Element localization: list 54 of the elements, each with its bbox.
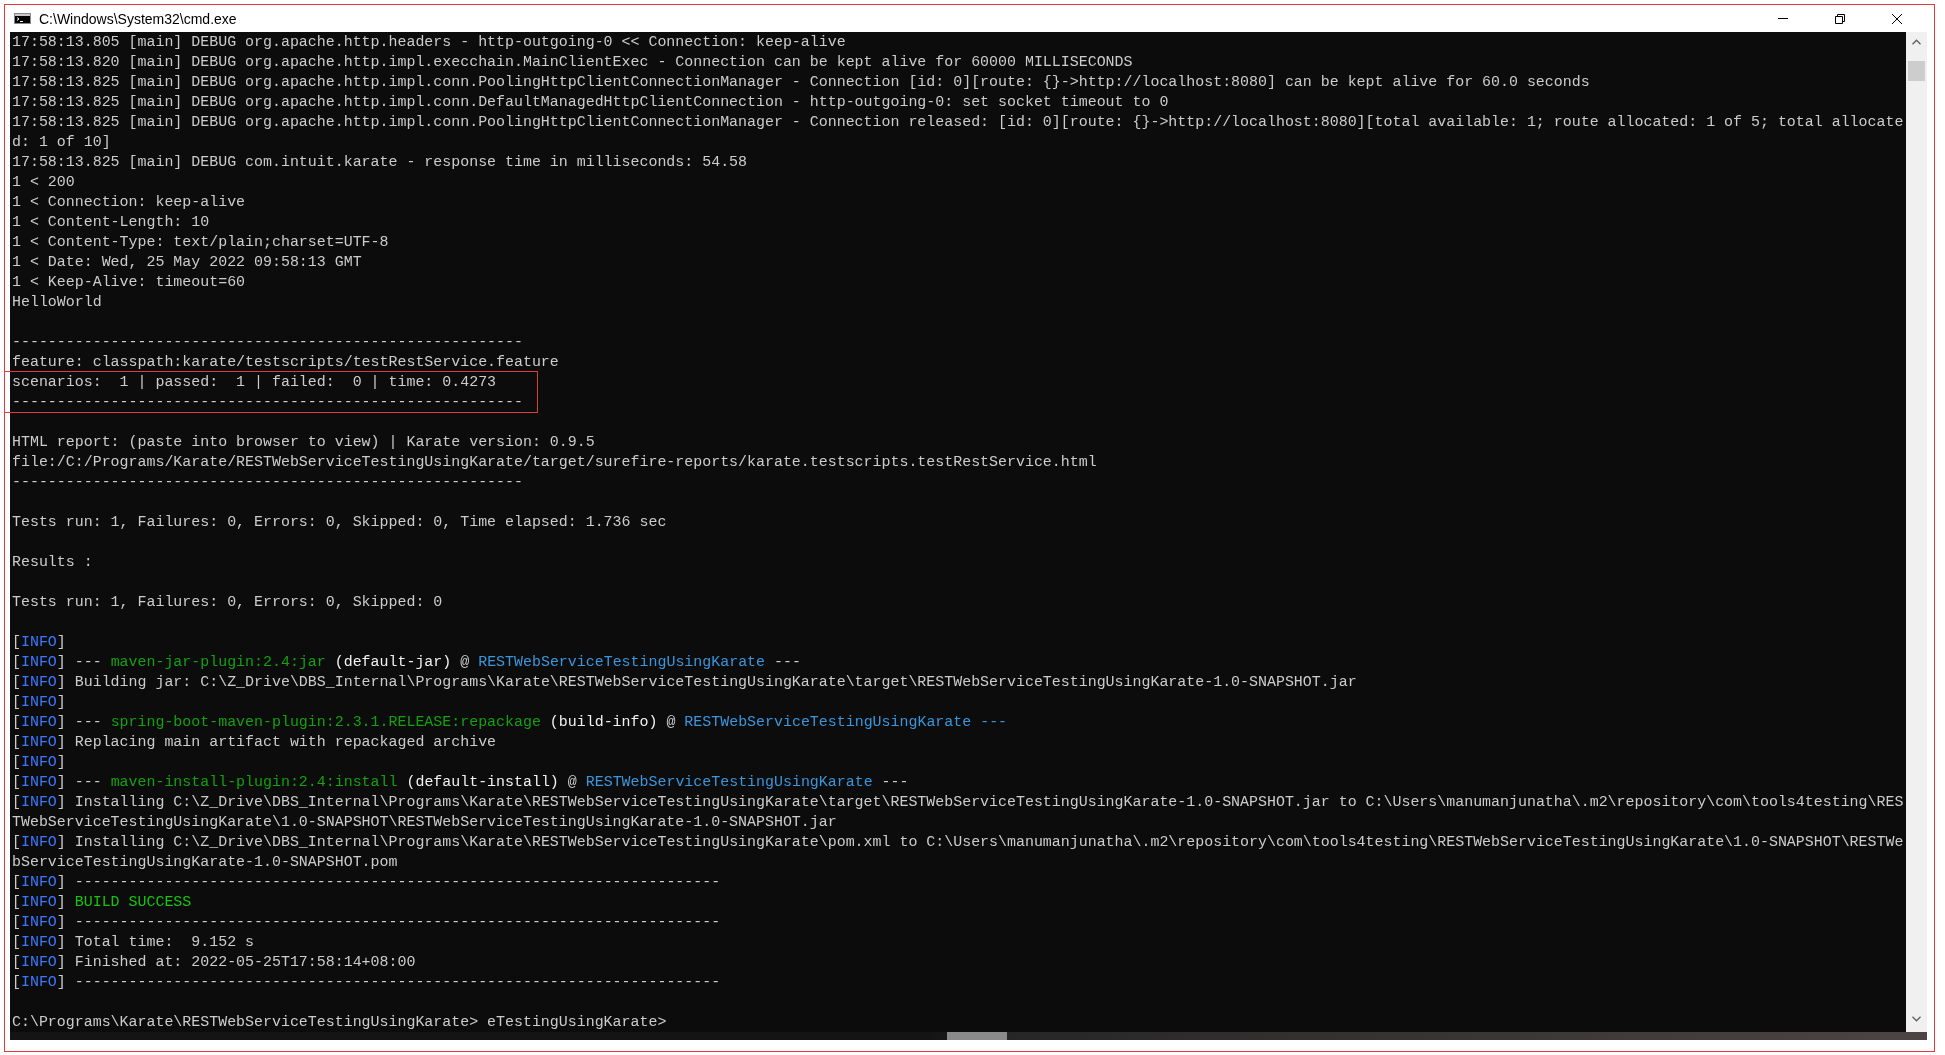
console-line: HelloWorld: [12, 293, 103, 312]
close-icon: [1891, 13, 1902, 24]
console-line: [INFO]: [12, 753, 67, 772]
console-line: [INFO] --- maven-install-plugin:2.4:install (default-install) @ RESTWebServiceTestingUsingKarate ---: [12, 773, 910, 792]
console-line: [INFO] Installing C:\Z_Drive\DBS_Internal\Programs\Karate\RESTWebServiceTestingUsingKarate\pom.xml to C:\Users\manumanjunatha\.m2\repository\com\tools4testing\RESTWebServiceTestingUsingKarate\1.0-SNAPSHOT\RESTWe: [12, 833, 1905, 852]
console-line: 1 < Content-Type: text/plain;charset=UTF-8: [12, 233, 390, 252]
console-line: 1 < Content-Length: 10: [12, 213, 211, 232]
console-line: HTML report: (paste into browser to view) | Karate version: 0.9.5: [12, 433, 596, 452]
console-line: Tests run: 1, Failures: 0, Errors: 0, Skipped: 0, Time elapsed: 1.736 sec: [12, 513, 668, 532]
console-line: [INFO] Building jar: C:\Z_Drive\DBS_Internal\Programs\Karate\RESTWebServiceTestingUsingKarate\target\RESTWebServiceTestingUsingKarate-1.0-SNAPSHOT.jar: [12, 673, 1358, 692]
console-line: 17:58:13.825 [main] DEBUG com.intuit.karate - response time in milliseconds: 54.58: [12, 153, 749, 172]
console-line: [INFO] Finished at: 2022-05-25T17:58:14+08:00: [12, 953, 417, 972]
console-line: [INFO] --- maven-jar-plugin:2.4:jar (default-jar) @ RESTWebServiceTestingUsingKarate ---: [12, 653, 802, 672]
console-line: 17:58:13.805 [main] DEBUG org.apache.http.headers - http-outgoing-0 << Connection: keep-alive: [12, 33, 847, 52]
console-line: [INFO]: [12, 693, 67, 712]
console-line: [INFO] Replacing main artifact with repackaged archive: [12, 733, 498, 752]
console-line: ---------------------------------------------------------: [12, 473, 524, 492]
minimize-icon: [1777, 18, 1788, 19]
console-line: [INFO] BUILD SUCCESS: [12, 893, 193, 912]
console-line: ---------------------------------------------------------: [12, 393, 523, 412]
console-line: C:\Programs\Karate\RESTWebServiceTestingUsingKarate> eTestingUsingKarate>: [12, 1013, 668, 1032]
console-line: [INFO] Total time: 9.152 s: [12, 933, 256, 952]
chevron-down-icon[interactable]: [1912, 1016, 1921, 1022]
horizontal-scrollbar[interactable]: [10, 1032, 1927, 1040]
console-line: 1 < 200: [12, 173, 76, 192]
console-line: [INFO] ------------------------------------------------------------------------: [12, 913, 722, 932]
console-line: [INFO]: [12, 633, 67, 652]
console-line: 1 < Date: Wed, 25 May 2022 09:58:13 GMT: [12, 253, 363, 272]
scrollbar-thumb[interactable]: [1908, 61, 1925, 81]
console-line: d: 1 of 10]: [12, 133, 112, 152]
console-line: Results :: [12, 553, 94, 572]
console-line: [INFO] Installing C:\Z_Drive\DBS_Internal\Programs\Karate\RESTWebServiceTestingUsingKarate\target\RESTWebServiceTestingUsingKarate-1.0-SNAPSHOT.jar to C:\Users\manumanjunatha\.m2\repository\com\tools4testing\RES: [12, 793, 1905, 812]
restore-icon: [1834, 13, 1845, 24]
console-line: 1 < Connection: keep-alive: [12, 193, 247, 212]
chevron-up-icon[interactable]: [1912, 39, 1921, 45]
scrollbar-thumb[interactable]: [947, 1032, 1007, 1040]
console-line: [INFO] ------------------------------------------------------------------------: [12, 873, 722, 892]
terminal-icon: [14, 13, 31, 24]
console-line: [INFO] ------------------------------------------------------------------------: [12, 973, 722, 992]
console-line: 17:58:13.825 [main] DEBUG org.apache.http.impl.conn.DefaultManagedHttpClientConnection - http-outgoing-0: set socket timeout to 0: [12, 93, 1170, 112]
console-line: scenarios: 1 | passed: 1 | failed: 0 | time: 0.4273: [12, 373, 498, 392]
console-line: bServiceTestingUsingKarate-1.0-SNAPSHOT.pom: [12, 853, 399, 872]
console-line: 17:58:13.820 [main] DEBUG org.apache.http.impl.execchain.MainClientExec - Connection can be kept alive for 60000 MILLISECONDS: [12, 53, 1134, 72]
console-line: ---------------------------------------------------------: [12, 333, 524, 352]
console-line: feature: classpath:karate/testscripts/testRestService.feature: [12, 353, 560, 372]
console-line: 17:58:13.825 [main] DEBUG org.apache.http.impl.conn.PoolingHttpClientConnectionManager - Connection released: [id: 0][route: {}->http://localhost:8080][total available: 1; route allocated: 1 of 5; total allocate: [12, 113, 1905, 132]
console-line: file:/C:/Programs/Karate/RESTWebServiceTestingUsingKarate/target/surefire-reports/karate.testscripts.testRestService.html: [12, 453, 1098, 472]
window-title: C:\Windows\System32\cmd.exe: [39, 10, 238, 27]
vertical-scrollbar[interactable]: [1906, 32, 1927, 1032]
console-line: Tests run: 1, Failures: 0, Errors: 0, Skipped: 0: [12, 593, 444, 612]
console-line: 17:58:13.825 [main] DEBUG org.apache.http.impl.conn.PoolingHttpClientConnectionManager - Connection [id: 0][route: {}->http://localhost:8080] can be kept alive for 60.0 seconds: [12, 73, 1591, 92]
console-line: [INFO] --- spring-boot-maven-plugin:2.3.1.RELEASE:repackage (build-info) @ RESTWebServiceTestingUsingKarate ---: [12, 713, 1009, 732]
console-line: TWebServiceTestingUsingKarate\1.0-SNAPSHOT\RESTWebServiceTestingUsingKarate-1.0-SNAPSHOT.jar: [12, 813, 838, 832]
console-line: 1 < Keep-Alive: timeout=60: [12, 273, 247, 292]
